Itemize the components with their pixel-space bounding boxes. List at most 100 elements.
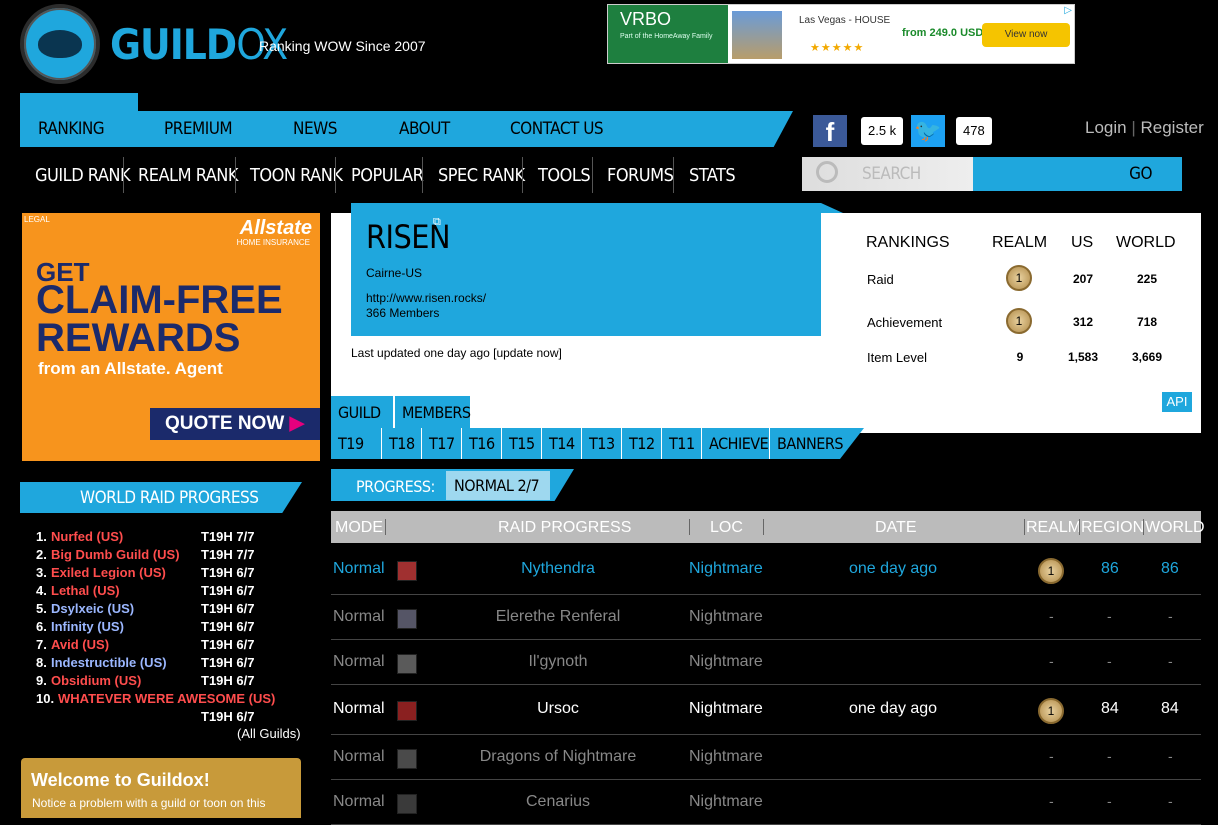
col-mode[interactable]: MODE <box>335 519 383 537</box>
nav-tools[interactable]: TOOLS <box>538 165 591 186</box>
raid-location: Nightmare <box>689 700 763 717</box>
raid-row[interactable]: Normal Nythendra Nightmare one day ago 1 86 86 <box>331 545 1201 595</box>
tier-tab-t19[interactable]: T19 <box>338 434 364 453</box>
realm-rank-empty: - <box>1049 793 1054 809</box>
world-progress-guild-link[interactable]: Indestructible (US) <box>51 655 167 670</box>
external-link-icon[interactable]: ⧉ <box>433 216 441 229</box>
col-raid-progress[interactable]: RAID PROGRESS <box>498 519 631 537</box>
raid-boss-link[interactable]: Dragons of Nightmare <box>408 748 708 766</box>
world-progress-row: 4. Lethal (US) T19H 6/7 <box>36 583 306 601</box>
rank-raid-us: 207 <box>1072 272 1094 286</box>
nav-popular[interactable]: POPULAR <box>351 165 424 186</box>
raid-row[interactable]: Normal Cenarius Nightmare - - - <box>331 780 1201 825</box>
tier-separator <box>621 428 622 459</box>
main-nav: RANKING PREMIUM NEWS ABOUT CONTACT US <box>20 111 793 147</box>
ad-view-now-button[interactable]: View now <box>982 23 1070 47</box>
world-progress-guild-link[interactable]: Dsylxeic (US) <box>51 601 134 616</box>
tier-tab-t16[interactable]: T16 <box>469 434 495 453</box>
world-progress-row: 6. Infinity (US) T19H 6/7 <box>36 619 306 637</box>
api-button[interactable]: API <box>1162 392 1192 412</box>
raid-row[interactable]: Normal Elerethe Renferal Nightmare - - - <box>331 595 1201 640</box>
tab-members[interactable]: MEMBERS <box>394 396 471 429</box>
tier-separator <box>501 428 502 459</box>
progress-select[interactable]: NORMAL 2/7 <box>446 471 550 500</box>
nav-about[interactable]: ABOUT <box>399 119 450 139</box>
col-world[interactable]: WORLD <box>1145 519 1205 537</box>
ad-quote-now-button[interactable]: QUOTE NOW ▶ <box>150 408 320 440</box>
nav-premium[interactable]: PREMIUM <box>164 119 233 139</box>
tier-tab-t17[interactable]: T17 <box>429 434 455 453</box>
rank-raid-world: 225 <box>1136 272 1158 286</box>
guild-website-link[interactable]: http://www.risen.rocks/ <box>366 291 486 305</box>
tier-separator <box>461 428 462 459</box>
nav-news[interactable]: NEWS <box>293 119 337 139</box>
tier-tab-t15[interactable]: T15 <box>509 434 535 453</box>
col-region[interactable]: REGION <box>1081 519 1144 537</box>
world-progress-rank: 9. <box>36 673 47 688</box>
guildox-logo-emblem[interactable] <box>20 4 100 84</box>
progress-label: PROGRESS: <box>356 477 435 496</box>
side-banner-ad[interactable]: LEGAL Allstate HOME INSURANCE GET CLAIM-… <box>22 213 320 461</box>
search-go-button[interactable]: GO <box>1129 164 1152 184</box>
world-progress-value: T19H 6/7 <box>201 565 255 580</box>
allstate-logo-sub: HOME INSURANCE <box>236 238 310 247</box>
welcome-title: Welcome to Guildox! <box>31 770 210 790</box>
world-progress-guild-link[interactable]: Big Dumb Guild (US) <box>51 547 180 562</box>
raid-row[interactable]: Normal Il'gynoth Nightmare - - - <box>331 640 1201 685</box>
nav-stats[interactable]: STATS <box>689 165 736 186</box>
nav-realm-rank[interactable]: REALM RANK <box>138 165 239 186</box>
world-progress-guild-link[interactable]: Exiled Legion (US) <box>51 565 166 580</box>
realm-medal-icon: 1 <box>1038 698 1064 724</box>
register-link[interactable]: Register <box>1141 118 1204 137</box>
nav-guild-rank[interactable]: GUILD RANK <box>35 165 131 186</box>
facebook-count: 2.5 k <box>861 117 904 145</box>
nav-separator <box>673 157 674 193</box>
tier-tab-achieve[interactable]: ACHIEVE <box>709 434 769 453</box>
raid-row[interactable]: Normal Dragons of Nightmare Nightmare - - - <box>331 735 1201 780</box>
allstate-logo: Allstate <box>239 217 312 239</box>
nav-spec-rank[interactable]: SPEC RANK <box>438 165 525 186</box>
nav-ranking[interactable]: RANKING <box>38 119 105 139</box>
world-progress-guild-link[interactable]: Infinity (US) <box>51 619 124 634</box>
col-date[interactable]: DATE <box>875 519 916 537</box>
col-realm[interactable]: REALM <box>1026 519 1081 537</box>
nav-contact-us[interactable]: CONTACT US <box>510 119 604 139</box>
world-progress-rank: 7. <box>36 637 47 652</box>
tier-tab-t18[interactable]: T18 <box>389 434 415 453</box>
raid-row[interactable]: Normal Ursoc Nightmare one day ago 1 84 84 <box>331 685 1201 735</box>
nav-forums[interactable]: FORUMS <box>607 165 674 186</box>
world-progress-guild-link[interactable]: Lethal (US) <box>51 583 120 598</box>
tier-tab-t14[interactable]: T14 <box>549 434 575 453</box>
raid-boss-link[interactable]: Nythendra <box>408 560 708 578</box>
rank-ilvl-us: 1,583 <box>1067 350 1099 364</box>
facebook-icon[interactable]: f <box>813 115 847 147</box>
rankings-realm-header: REALM <box>992 234 1048 251</box>
auth-separator: | <box>1131 118 1136 137</box>
tier-tab-banners[interactable]: BANNERS <box>777 434 843 453</box>
col-loc[interactable]: LOC <box>710 519 743 537</box>
search-input[interactable]: SEARCH <box>862 164 921 184</box>
raid-boss-link[interactable]: Il'gynoth <box>408 653 708 671</box>
raid-boss-link[interactable]: Cenarius <box>408 793 708 811</box>
world-progress-guild-link[interactable]: WHATEVER WERE AWESOME (US) <box>58 691 275 706</box>
last-updated[interactable]: Last updated one day ago [update now] <box>351 346 562 360</box>
world-progress-guild-link[interactable]: Obsidium (US) <box>51 673 141 688</box>
raid-boss-link[interactable]: Elerethe Renferal <box>408 608 708 626</box>
all-guilds-link[interactable]: (All Guilds) <box>237 726 301 741</box>
rankings-header: RANKINGS <box>866 234 950 251</box>
twitter-icon[interactable]: 🐦 <box>911 115 945 147</box>
world-progress-guild-link[interactable]: Avid (US) <box>51 637 109 652</box>
nav-toon-rank[interactable]: TOON RANK <box>250 165 343 186</box>
login-link[interactable]: Login <box>1085 118 1127 137</box>
rankings-us-header: US <box>1071 234 1094 251</box>
realm-medal-icon: 1 <box>1006 308 1032 334</box>
tier-tab-t11[interactable]: T11 <box>669 434 695 453</box>
tagline: Ranking WOW Since 2007 <box>259 38 426 54</box>
adchoices-icon[interactable]: ▷ <box>1064 5 1072 16</box>
raid-boss-link[interactable]: Ursoc <box>408 700 708 718</box>
tier-tab-t13[interactable]: T13 <box>589 434 615 453</box>
tier-tab-t12[interactable]: T12 <box>629 434 655 453</box>
top-banner-ad[interactable]: VRBO Part of the HomeAway Family Las Veg… <box>607 4 1075 64</box>
tab-guild[interactable]: GUILD <box>331 396 393 429</box>
world-progress-guild-link[interactable]: Nurfed (US) <box>51 529 123 544</box>
